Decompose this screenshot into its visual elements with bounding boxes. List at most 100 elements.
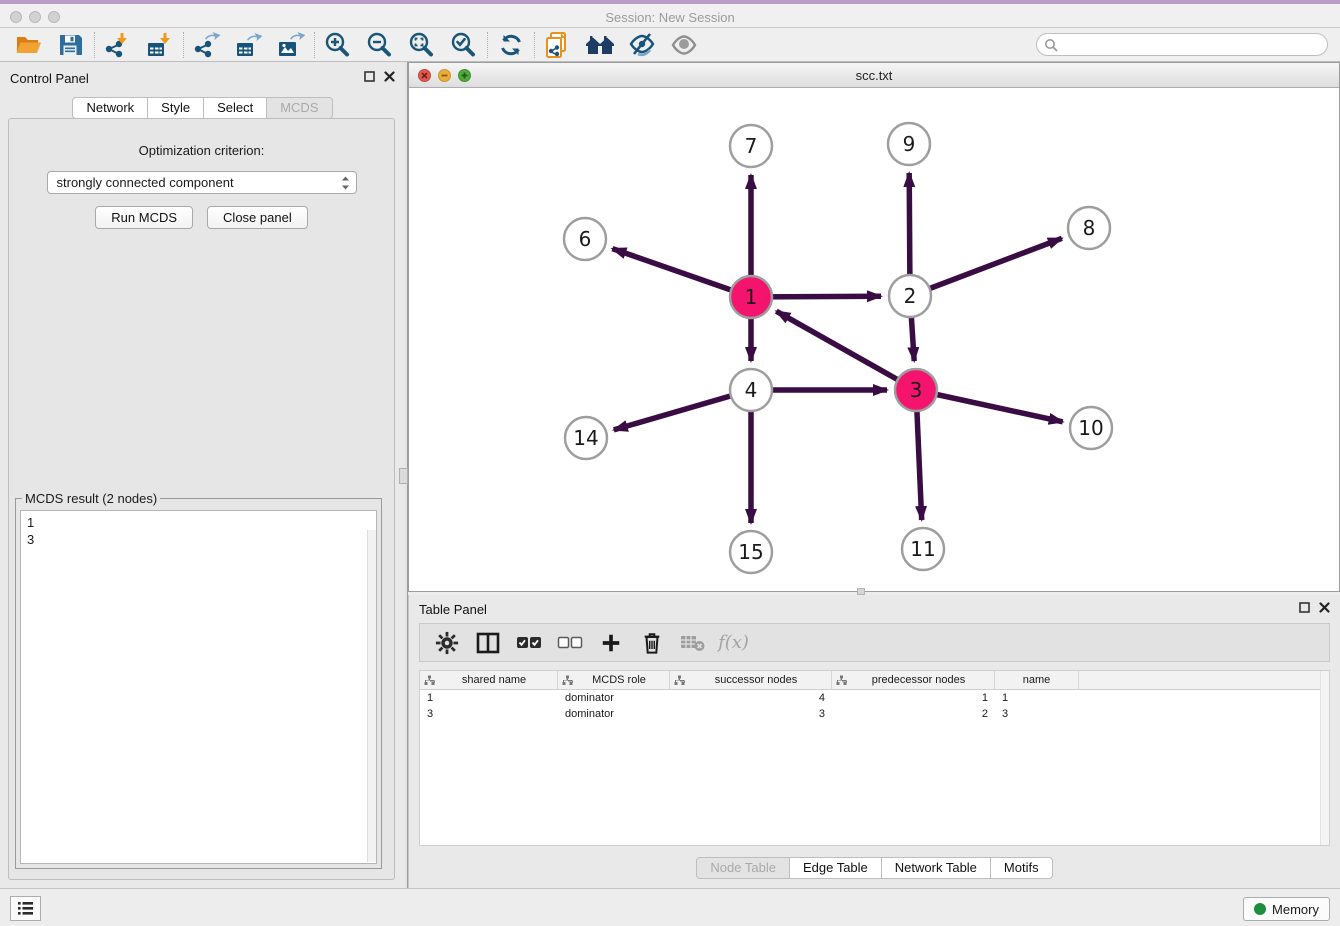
import-table-icon[interactable] xyxy=(139,30,181,60)
main-toolbar xyxy=(0,28,1340,62)
table-divider-grip[interactable] xyxy=(857,588,865,595)
mcds-tab-content: Optimization criterion: strongly connect… xyxy=(8,118,395,880)
deselect-all-icon[interactable] xyxy=(551,628,588,658)
export-table-icon[interactable] xyxy=(228,30,270,60)
tab-style[interactable]: Style xyxy=(148,97,204,119)
column-header-mcds-role[interactable]: MCDS role xyxy=(558,671,670,689)
select-all-icon[interactable] xyxy=(510,628,547,658)
graph-edge-2-8[interactable] xyxy=(910,238,1062,296)
control-panel-title: Control Panel xyxy=(10,71,89,86)
tab-network[interactable]: Network xyxy=(72,97,148,119)
import-network-icon[interactable] xyxy=(97,30,139,60)
cell-mcds-role[interactable]: dominator xyxy=(558,708,670,720)
home-icon[interactable] xyxy=(579,30,621,60)
clone-network-icon[interactable] xyxy=(537,30,579,60)
tab-edge-table[interactable]: Edge Table xyxy=(790,857,882,879)
table-panel: Table Panel f(x) xyxy=(408,595,1340,888)
svg-text:3: 3 xyxy=(910,378,923,402)
attribute-icon xyxy=(674,675,685,686)
graph-node-2[interactable]: 2 xyxy=(889,275,931,317)
export-image-icon[interactable] xyxy=(270,30,312,60)
hide-details-icon[interactable] xyxy=(621,30,663,60)
graph-node-10[interactable]: 10 xyxy=(1070,407,1112,449)
mcds-result-text[interactable]: 1 3 xyxy=(20,510,377,864)
mcds-result-legend: MCDS result (2 nodes) xyxy=(22,491,160,506)
table-row[interactable]: 3 dominator 3 2 3 xyxy=(420,706,1329,722)
cell-shared-name[interactable]: 1 xyxy=(420,692,558,704)
cell-predecessor-nodes[interactable]: 2 xyxy=(832,708,995,720)
show-details-icon[interactable] xyxy=(663,30,705,60)
graph-node-15[interactable]: 15 xyxy=(730,531,772,573)
zoom-fit-icon[interactable] xyxy=(401,30,443,60)
function-builder-icon[interactable]: f(x) xyxy=(715,628,752,658)
column-header-name[interactable]: name xyxy=(995,671,1079,689)
memory-button[interactable]: Memory xyxy=(1243,897,1330,921)
graph-node-14[interactable]: 14 xyxy=(565,417,607,459)
network-window-titlebar[interactable]: scc.txt xyxy=(409,63,1339,88)
toolbar-separator xyxy=(94,32,95,58)
close-table-panel-icon[interactable] xyxy=(1319,602,1330,613)
column-header-shared-name[interactable]: shared name xyxy=(420,671,558,689)
tab-node-table[interactable]: Node Table xyxy=(696,857,790,879)
result-scrollbar[interactable] xyxy=(367,530,376,862)
zoom-in-icon[interactable] xyxy=(317,30,359,60)
zoom-selected-icon[interactable] xyxy=(443,30,485,60)
cell-name[interactable]: 3 xyxy=(995,708,1079,720)
save-icon[interactable] xyxy=(50,30,92,60)
close-panel-icon[interactable] xyxy=(384,71,395,82)
export-network-icon[interactable] xyxy=(186,30,228,60)
column-header-predecessor-nodes[interactable]: predecessor nodes xyxy=(832,671,995,689)
criterion-value: strongly connected component xyxy=(57,175,339,190)
status-bar: Memory xyxy=(0,888,1340,926)
add-icon[interactable] xyxy=(592,628,629,658)
svg-text:7: 7 xyxy=(745,134,758,158)
tab-motifs[interactable]: Motifs xyxy=(991,857,1053,879)
gear-icon[interactable] xyxy=(428,628,465,658)
graph-edge-3-1[interactable] xyxy=(776,311,916,390)
delete-icon[interactable] xyxy=(633,628,670,658)
graph-node-7[interactable]: 7 xyxy=(730,125,772,167)
column-header-successor-nodes[interactable]: successor nodes xyxy=(670,671,832,689)
node-table: shared name MCDS role successor nodes pr… xyxy=(419,670,1330,846)
svg-text:15: 15 xyxy=(738,540,763,564)
tab-network-table[interactable]: Network Table xyxy=(882,857,991,879)
app-titlebar: Session: New Session xyxy=(0,0,1340,28)
cell-shared-name[interactable]: 3 xyxy=(420,708,558,720)
network-view-window: scc.txt 1 2 3 4 6 7 8 9 10 11 14 15 xyxy=(408,62,1340,592)
graph-node-3[interactable]: 3 xyxy=(895,369,937,411)
graph-node-11[interactable]: 11 xyxy=(902,528,944,570)
graph-edge-3-10[interactable] xyxy=(916,390,1063,422)
network-canvas[interactable]: 1 2 3 4 6 7 8 9 10 11 14 15 xyxy=(409,88,1339,591)
run-mcds-button[interactable]: Run MCDS xyxy=(95,206,193,229)
graph-node-4[interactable]: 4 xyxy=(730,369,772,411)
graph-node-8[interactable]: 8 xyxy=(1068,207,1110,249)
open-folder-icon[interactable] xyxy=(8,30,50,60)
svg-text:14: 14 xyxy=(573,426,598,450)
close-panel-button[interactable]: Close panel xyxy=(207,206,308,229)
float-table-panel-icon[interactable] xyxy=(1299,602,1310,613)
delete-table-icon[interactable] xyxy=(674,628,711,658)
cell-mcds-role[interactable]: dominator xyxy=(558,692,670,704)
column-view-icon[interactable] xyxy=(469,628,506,658)
task-history-button[interactable] xyxy=(10,896,41,921)
graph-node-9[interactable]: 9 xyxy=(888,123,930,165)
refresh-icon[interactable] xyxy=(490,30,532,60)
attribute-icon xyxy=(836,675,847,686)
criterion-select[interactable]: strongly connected component xyxy=(47,171,357,194)
zoom-out-icon[interactable] xyxy=(359,30,401,60)
tab-select[interactable]: Select xyxy=(204,97,267,119)
table-scrollbar[interactable] xyxy=(1320,671,1329,845)
network-graph[interactable]: 1 2 3 4 6 7 8 9 10 11 14 15 xyxy=(409,88,1339,591)
panel-divider-grip[interactable] xyxy=(399,468,408,484)
cell-predecessor-nodes[interactable]: 1 xyxy=(832,692,995,704)
cell-successor-nodes[interactable]: 4 xyxy=(670,692,832,704)
graph-node-1[interactable]: 1 xyxy=(730,276,772,318)
float-panel-icon[interactable] xyxy=(364,71,375,82)
graph-node-6[interactable]: 6 xyxy=(564,218,606,260)
cell-name[interactable]: 1 xyxy=(995,692,1079,704)
table-row[interactable]: 1 dominator 4 1 1 xyxy=(420,690,1329,706)
search-input[interactable] xyxy=(1036,33,1328,56)
cell-successor-nodes[interactable]: 3 xyxy=(670,708,832,720)
network-title: scc.txt xyxy=(409,68,1339,83)
tab-mcds[interactable]: MCDS xyxy=(267,97,332,119)
